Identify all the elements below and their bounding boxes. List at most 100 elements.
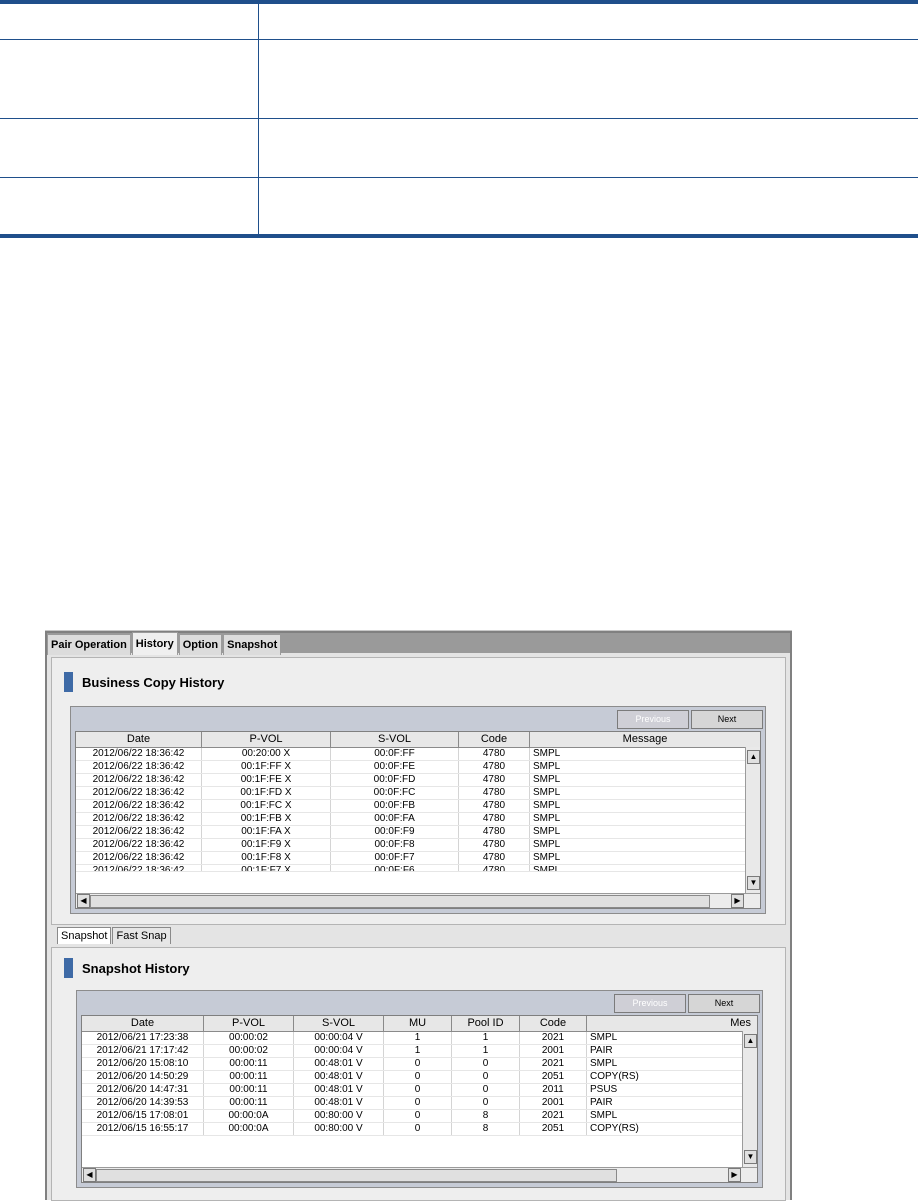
table-cell: 0 (384, 1123, 452, 1135)
column-header-p-vol[interactable]: P-VOL (204, 1016, 294, 1031)
table-cell: 2012/06/20 15:08:10 (82, 1058, 204, 1070)
table-cell: SMPL (533, 748, 561, 759)
table-row[interactable]: 2012/06/15 16:55:17 00:00:0A 00:80:00 V082… (82, 1123, 742, 1136)
column-header-p-vol[interactable]: P-VOL (202, 732, 331, 747)
table-row[interactable]: 2012/06/22 18:36:42 00:1F:F7 X 00:0F:F6 478… (76, 865, 745, 872)
table-cell: 00:00:11 (204, 1058, 294, 1070)
document-table-cell (259, 119, 918, 177)
table-row[interactable]: 2012/06/20 14:47:31 00:00:11 00:48:01 V002… (82, 1084, 742, 1097)
next-button[interactable]: Next (688, 994, 760, 1013)
scroll-right-arrow-icon[interactable]: ▶ (728, 1168, 741, 1182)
table-cell: SMPL (590, 1110, 618, 1121)
table-cell: 4780 (459, 865, 530, 871)
table-row[interactable]: 2012/06/21 17:23:38 00:00:02 00:00:04 V112… (82, 1032, 742, 1045)
document-table-cell (259, 40, 918, 118)
snapshot-horizontal-scrollbar[interactable]: ◀ ▶ (82, 1167, 757, 1182)
table-row[interactable]: 2012/06/20 14:50:29 00:00:11 00:48:01 V002… (82, 1071, 742, 1084)
table-cell: 4780 (459, 761, 530, 773)
business-copy-title-text: Business Copy History (82, 674, 225, 690)
column-header-s-vol[interactable]: S-VOL (294, 1016, 384, 1031)
column-header-message[interactable]: Mes (587, 1016, 757, 1031)
table-row[interactable]: 2012/06/21 17:17:42 00:00:02 00:00:04 V112… (82, 1045, 742, 1058)
business-copy-horizontal-scrollbar[interactable]: ◀ ▶ (76, 893, 760, 908)
table-row[interactable]: 2012/06/22 18:36:42 00:1F:FC X 00:0F:FB 478… (76, 800, 745, 813)
column-header-date[interactable]: Date (76, 732, 202, 747)
snapshot-title: Snapshot History (64, 958, 190, 978)
scroll-down-arrow-icon[interactable]: ▼ (747, 876, 760, 890)
history-window: Pair Operation History Option Snapshot B… (45, 630, 792, 1201)
horizontal-scroll-thumb[interactable] (96, 1169, 617, 1182)
subtab-fast-snap[interactable]: Fast Snap (112, 927, 171, 944)
document-table (0, 0, 918, 238)
table-row[interactable]: 2012/06/20 15:08:10 00:00:11 00:48:01 V002… (82, 1058, 742, 1071)
table-cell: 0 (452, 1084, 520, 1096)
table-cell: 2012/06/22 18:36:42 (76, 748, 202, 760)
table-cell: 1 (452, 1045, 520, 1057)
table-cell: PSUS (590, 1084, 618, 1095)
table-cell: 00:00:11 (204, 1097, 294, 1109)
snapshot-vertical-scrollbar[interactable]: ▲ ▼ (742, 1031, 757, 1167)
column-header-code[interactable]: Code (459, 732, 530, 747)
business-copy-vertical-scrollbar[interactable]: ▲ ▼ (745, 747, 760, 893)
scroll-up-arrow-icon[interactable]: ▲ (747, 750, 760, 764)
tab-option[interactable]: Option (178, 634, 223, 655)
scroll-down-arrow-icon[interactable]: ▼ (744, 1150, 757, 1164)
tab-pair-operation[interactable]: Pair Operation (47, 634, 131, 655)
tab-history[interactable]: History (131, 632, 178, 655)
document-table-cell (0, 119, 259, 177)
table-cell: 2021 (520, 1032, 587, 1044)
table-row[interactable]: 2012/06/22 18:36:42 00:1F:FE X 00:0F:FD 478… (76, 774, 745, 787)
table-cell: 00:0F:FB (331, 800, 459, 812)
table-cell: SMPL (533, 852, 561, 863)
table-cell: 00:0F:F7 (331, 852, 459, 864)
section-marker-icon (64, 672, 73, 692)
table-row[interactable]: 2012/06/20 14:39:53 00:00:11 00:48:01 V002… (82, 1097, 742, 1110)
table-cell: 2012/06/22 18:36:42 (76, 787, 202, 799)
table-cell: 2012/06/21 17:23:38 (82, 1032, 204, 1044)
table-cell: 00:00:02 (204, 1045, 294, 1057)
table-cell: 00:0F:FF (331, 748, 459, 760)
table-row[interactable]: 2012/06/22 18:36:42 00:1F:FA X 00:0F:F9 478… (76, 826, 745, 839)
table-cell: 00:0F:FE (331, 761, 459, 773)
scroll-left-arrow-icon[interactable]: ◀ (83, 1168, 96, 1182)
column-header-pool-id[interactable]: Pool ID (452, 1016, 520, 1031)
table-cell: 2012/06/15 17:08:01 (82, 1110, 204, 1122)
table-cell: 2012/06/21 17:17:42 (82, 1045, 204, 1057)
table-row[interactable]: 2012/06/22 18:36:42 00:1F:FB X 00:0F:FA 478… (76, 813, 745, 826)
table-cell: 2051 (520, 1071, 587, 1083)
scroll-up-arrow-icon[interactable]: ▲ (744, 1034, 757, 1048)
table-row[interactable]: 2012/06/22 18:36:42 00:1F:F9 X 00:0F:F8 478… (76, 839, 745, 852)
table-cell: 00:1F:F9 X (202, 839, 331, 851)
previous-button[interactable]: Previous (614, 994, 686, 1013)
column-header-mu[interactable]: MU (384, 1016, 452, 1031)
table-cell: 00:00:0A (204, 1123, 294, 1135)
table-cell: 00:1F:FC X (202, 800, 331, 812)
column-header-code[interactable]: Code (520, 1016, 587, 1031)
table-cell: SMPL (533, 774, 561, 785)
table-row[interactable]: 2012/06/15 17:08:01 00:00:0A 00:80:00 V082… (82, 1110, 742, 1123)
document-table-row (0, 4, 918, 40)
horizontal-scroll-thumb[interactable] (90, 895, 710, 908)
tab-snapshot[interactable]: Snapshot (223, 634, 282, 655)
table-cell: 00:0F:F9 (331, 826, 459, 838)
column-header-message[interactable]: Message (530, 732, 760, 747)
table-cell: 00:00:02 (204, 1032, 294, 1044)
table-row[interactable]: 2012/06/22 18:36:42 00:20:00 X 00:0F:FF 478… (76, 748, 745, 761)
business-copy-pager: Previous Next (617, 710, 763, 729)
next-button[interactable]: Next (691, 710, 763, 729)
scroll-left-arrow-icon[interactable]: ◀ (77, 894, 90, 908)
document-table-cell (259, 178, 918, 234)
column-header-date[interactable]: Date (82, 1016, 204, 1031)
scroll-right-arrow-icon[interactable]: ▶ (731, 894, 744, 908)
table-row[interactable]: 2012/06/22 18:36:42 00:1F:FD X 00:0F:FC 478… (76, 787, 745, 800)
column-header-s-vol[interactable]: S-VOL (331, 732, 459, 747)
table-row[interactable]: 2012/06/22 18:36:42 00:1F:F8 X 00:0F:F7 478… (76, 852, 745, 865)
table-cell: 2012/06/22 18:36:42 (76, 761, 202, 773)
snapshot-grid-frame: Previous Next Date P-VOL S-VOL MU Pool I… (76, 990, 763, 1188)
subtab-snapshot[interactable]: Snapshot (57, 927, 112, 944)
table-cell: 00:48:01 V (294, 1071, 384, 1083)
table-cell: 8 (452, 1110, 520, 1122)
table-row[interactable]: 2012/06/22 18:36:42 00:1F:FF X 00:0F:FE 478… (76, 761, 745, 774)
table-cell: 8 (452, 1123, 520, 1135)
previous-button[interactable]: Previous (617, 710, 689, 729)
